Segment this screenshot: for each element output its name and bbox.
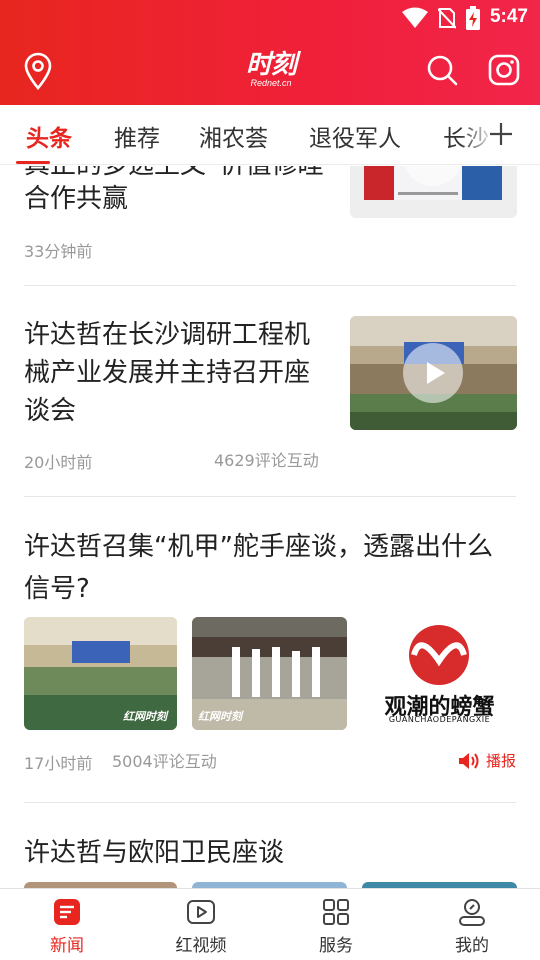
location-button[interactable] bbox=[22, 52, 54, 90]
tab-headlines[interactable]: 头条 bbox=[26, 119, 72, 153]
news-time: 33分钟前 bbox=[24, 242, 93, 261]
broadcast-button[interactable]: 播报 bbox=[458, 750, 516, 771]
nav-label: 服务 bbox=[319, 936, 353, 956]
no-sim-icon bbox=[438, 8, 456, 29]
news-thumbnail[interactable] bbox=[350, 166, 517, 218]
search-button[interactable] bbox=[426, 54, 458, 86]
comment-count: 4629评论互动 bbox=[214, 451, 319, 470]
nav-label: 红视频 bbox=[175, 936, 227, 956]
camera-button[interactable] bbox=[488, 54, 520, 86]
news-title: 许达哲与欧阳卫民座谈 bbox=[24, 838, 285, 868]
channel-tabs: 头条 推荐 湘农荟 退役军人 长沙 bbox=[0, 105, 540, 165]
speaker-icon bbox=[458, 752, 479, 769]
broadcast-label: 播报 bbox=[485, 752, 516, 770]
logo-main: 时刻 bbox=[245, 50, 297, 80]
logo-text-en: GUANCHAODEPANGXIE bbox=[388, 715, 491, 724]
nav-profile[interactable]: 我的 bbox=[427, 897, 517, 956]
crab-logo bbox=[409, 625, 469, 685]
news-time: 17小时前 bbox=[24, 754, 93, 773]
active-tab-indicator bbox=[16, 161, 50, 164]
news-thumbnail[interactable] bbox=[350, 316, 517, 430]
play-button[interactable] bbox=[403, 343, 463, 403]
news-thumbnail[interactable]: 红网时刻 bbox=[24, 617, 177, 730]
tab-veterans[interactable]: 退役军人 bbox=[309, 119, 401, 153]
video-play-icon bbox=[187, 900, 215, 924]
news-title-line: 谈会 bbox=[24, 396, 77, 426]
tab-recommended[interactable]: 推荐 bbox=[114, 119, 160, 153]
news-title-line: 信号? bbox=[24, 574, 90, 604]
divider bbox=[24, 802, 516, 803]
nav-red-video[interactable]: 红视频 bbox=[156, 897, 246, 956]
watermark: 红网时刻 bbox=[198, 710, 242, 723]
battery-charging-icon bbox=[466, 6, 480, 30]
nav-label: 新闻 bbox=[50, 936, 84, 956]
news-thumbnail[interactable]: 红网时刻 bbox=[192, 617, 347, 730]
camera-icon bbox=[488, 54, 520, 86]
plus-icon bbox=[490, 123, 512, 145]
user-icon bbox=[459, 899, 485, 926]
grid-icon bbox=[323, 899, 349, 925]
news-title-line: 许达哲在长沙调研工程机 bbox=[24, 320, 311, 350]
watermark: 红网时刻 bbox=[123, 710, 167, 723]
divider bbox=[24, 285, 516, 286]
play-icon bbox=[427, 362, 445, 384]
wifi-icon bbox=[402, 7, 428, 28]
news-title-line: 许达哲召集“机甲”舵手座谈，透露出什么 bbox=[24, 532, 493, 562]
nav-news[interactable]: 新闻 bbox=[22, 897, 112, 956]
news-feed[interactable]: 真正的多逃王文“价值修睦 合作共赢 33分钟前 许达哲在长沙调研工程机 械产业发… bbox=[0, 166, 540, 888]
comment-count: 5004评论互动 bbox=[112, 752, 217, 771]
status-bar: 5:47 bbox=[0, 0, 540, 36]
status-time: 5:47 bbox=[489, 6, 528, 27]
nav-label: 我的 bbox=[455, 936, 489, 956]
app-logo: 时刻 Rednet.cn bbox=[236, 50, 306, 94]
tab-xiangnonghui[interactable]: 湘农荟 bbox=[199, 119, 268, 153]
app-header: 5:47 时刻 Rednet.cn bbox=[0, 0, 540, 105]
news-time: 20小时前 bbox=[24, 453, 93, 472]
search-icon bbox=[427, 55, 458, 86]
bottom-navigation: 新闻 红视频 服务 我的 bbox=[0, 888, 540, 960]
news-title-line: 合作共赢 bbox=[24, 184, 129, 214]
divider bbox=[24, 496, 516, 497]
news-thumbnail[interactable]: 观潮的螃蟹 GUANCHAODEPANGXIE bbox=[362, 617, 517, 730]
status-icons bbox=[402, 6, 480, 30]
nav-services[interactable]: 服务 bbox=[291, 897, 381, 956]
news-title-line: 械产业发展并主持召开座 bbox=[24, 358, 311, 388]
location-pin-icon bbox=[24, 52, 52, 90]
add-channel-button[interactable] bbox=[488, 121, 514, 147]
news-icon bbox=[54, 899, 80, 925]
